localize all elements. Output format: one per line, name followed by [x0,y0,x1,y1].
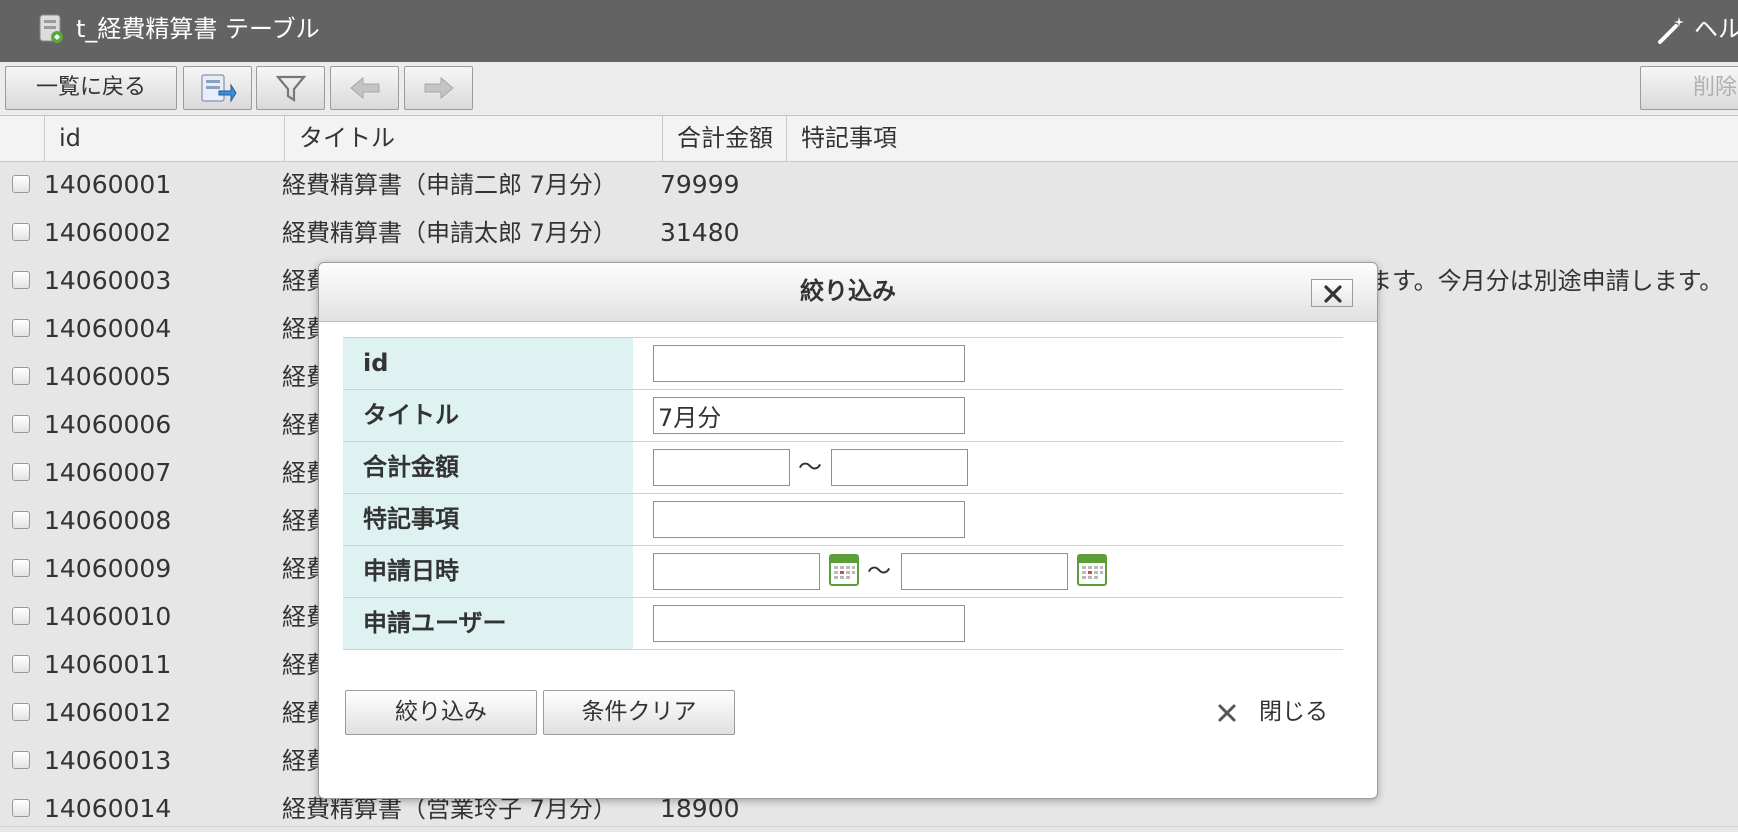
filter-button[interactable] [256,66,325,110]
cell-note: ます。今月分は別途申請します。 [1368,267,1724,295]
arrow-left-icon [349,76,379,100]
row-checkbox[interactable] [12,655,30,673]
filter-row-amount: 合計金額 〜 [343,442,1343,494]
dialog-close-button[interactable] [1311,279,1353,307]
user-input[interactable] [653,605,965,642]
help-button[interactable]: ヘルプ [1656,14,1738,45]
filter-row-note: 特記事項 [343,494,1343,546]
row-checkbox[interactable] [12,463,30,481]
row-checkbox[interactable] [12,319,30,337]
cell-id: 14060005 [44,362,172,391]
cell-id: 14060011 [44,650,172,679]
filter-label-date: 申請日時 [343,546,633,597]
funnel-icon [275,75,306,103]
arrow-right-icon [424,76,454,100]
amount-from-input[interactable] [653,449,790,486]
close-dialog-link[interactable]: 閉じる [1217,694,1328,730]
cell-id: 14060002 [44,218,172,247]
range-separator: 〜 [867,557,891,585]
calendar-icon[interactable] [1077,554,1107,586]
row-checkbox[interactable] [12,607,30,625]
filter-label-amount: 合計金額 [343,442,633,493]
cell-id: 14060014 [44,794,172,823]
cell-id: 14060001 [44,170,172,199]
cell-id: 14060004 [44,314,172,343]
toolbar: 一覧に戻る 削除 [0,62,1738,116]
export-icon [201,74,237,103]
cell-id: 14060013 [44,746,172,775]
magic-wand-icon [1658,17,1684,44]
cell-id: 14060003 [44,266,172,295]
help-label: ヘルプ [1694,15,1738,43]
delete-button[interactable]: 削除 [1640,66,1738,110]
close-label: 閉じる [1259,699,1328,725]
window-title: t_経費精算書 テーブル [76,15,320,43]
date-to-input[interactable] [901,553,1068,590]
filter-row-date: 申請日時 〜 [343,546,1343,598]
cell-id: 14060010 [44,602,172,631]
close-icon [1218,704,1236,721]
filter-label-user: 申請ユーザー [343,598,633,649]
column-header-note[interactable]: 特記事項 [786,116,1738,161]
row-checkbox[interactable] [12,367,30,385]
table-row[interactable]: 14060001 経費精算書（申請二郎 7月分） 79999 [0,162,1738,211]
filter-dialog: 絞り込み id タイトル 合計金額 〜 特記事項 申請日時 [318,262,1378,799]
cell-id: 14060006 [44,410,172,439]
range-separator: 〜 [798,453,822,481]
apply-filter-button[interactable]: 絞り込み [345,690,537,735]
id-input[interactable] [653,345,965,382]
filter-label-id: id [343,338,633,389]
cell-id: 14060012 [44,698,172,727]
table-row[interactable]: 14060002 経費精算書（申請太郎 7月分） 31480 [0,210,1738,259]
row-checkbox[interactable] [12,751,30,769]
filter-label-note: 特記事項 [343,494,633,545]
row-checkbox[interactable] [12,175,30,193]
dialog-header: 絞り込み [319,263,1377,322]
filter-row-title: タイトル [343,390,1343,442]
column-header-title[interactable]: タイトル [284,116,662,161]
cell-id: 14060007 [44,458,172,487]
table-app-icon [39,14,63,43]
export-button[interactable] [183,66,252,110]
title-input[interactable] [653,397,965,434]
row-checkbox[interactable] [12,559,30,577]
cell-amount: 79999 [660,170,740,199]
cell-id: 14060008 [44,506,172,535]
cell-id: 14060009 [44,554,172,583]
column-header-id[interactable]: id [44,116,284,161]
filter-form: id タイトル 合計金額 〜 特記事項 申請日時 [343,337,1343,650]
back-to-list-button[interactable]: 一覧に戻る [5,66,177,110]
column-header-amount[interactable]: 合計金額 [662,116,786,161]
filter-label-title: タイトル [343,390,633,441]
close-icon [1324,285,1342,303]
cell-title: 経費精算書（申請二郎 7月分） [282,171,617,199]
row-checkbox[interactable] [12,271,30,289]
amount-to-input[interactable] [831,449,968,486]
row-checkbox[interactable] [12,703,30,721]
note-input[interactable] [653,501,965,538]
row-checkbox[interactable] [12,223,30,241]
row-checkbox[interactable] [12,511,30,529]
row-checkbox[interactable] [12,799,30,817]
filter-row-user: 申請ユーザー [343,598,1343,650]
next-button[interactable] [404,66,473,110]
dialog-title: 絞り込み [800,277,896,305]
previous-button[interactable] [330,66,399,110]
date-from-input[interactable] [653,553,820,590]
clear-conditions-button[interactable]: 条件クリア [543,690,735,735]
cell-amount: 31480 [660,218,740,247]
calendar-icon[interactable] [829,554,859,586]
row-checkbox[interactable] [12,415,30,433]
select-column-header [0,116,44,161]
filter-row-id: id [343,338,1343,390]
cell-title: 経費精算書（申請太郎 7月分） [282,219,617,247]
grid-header: id タイトル 合計金額 特記事項 [0,116,1738,162]
app-titlebar: t_経費精算書 テーブル ヘルプ [0,0,1738,62]
